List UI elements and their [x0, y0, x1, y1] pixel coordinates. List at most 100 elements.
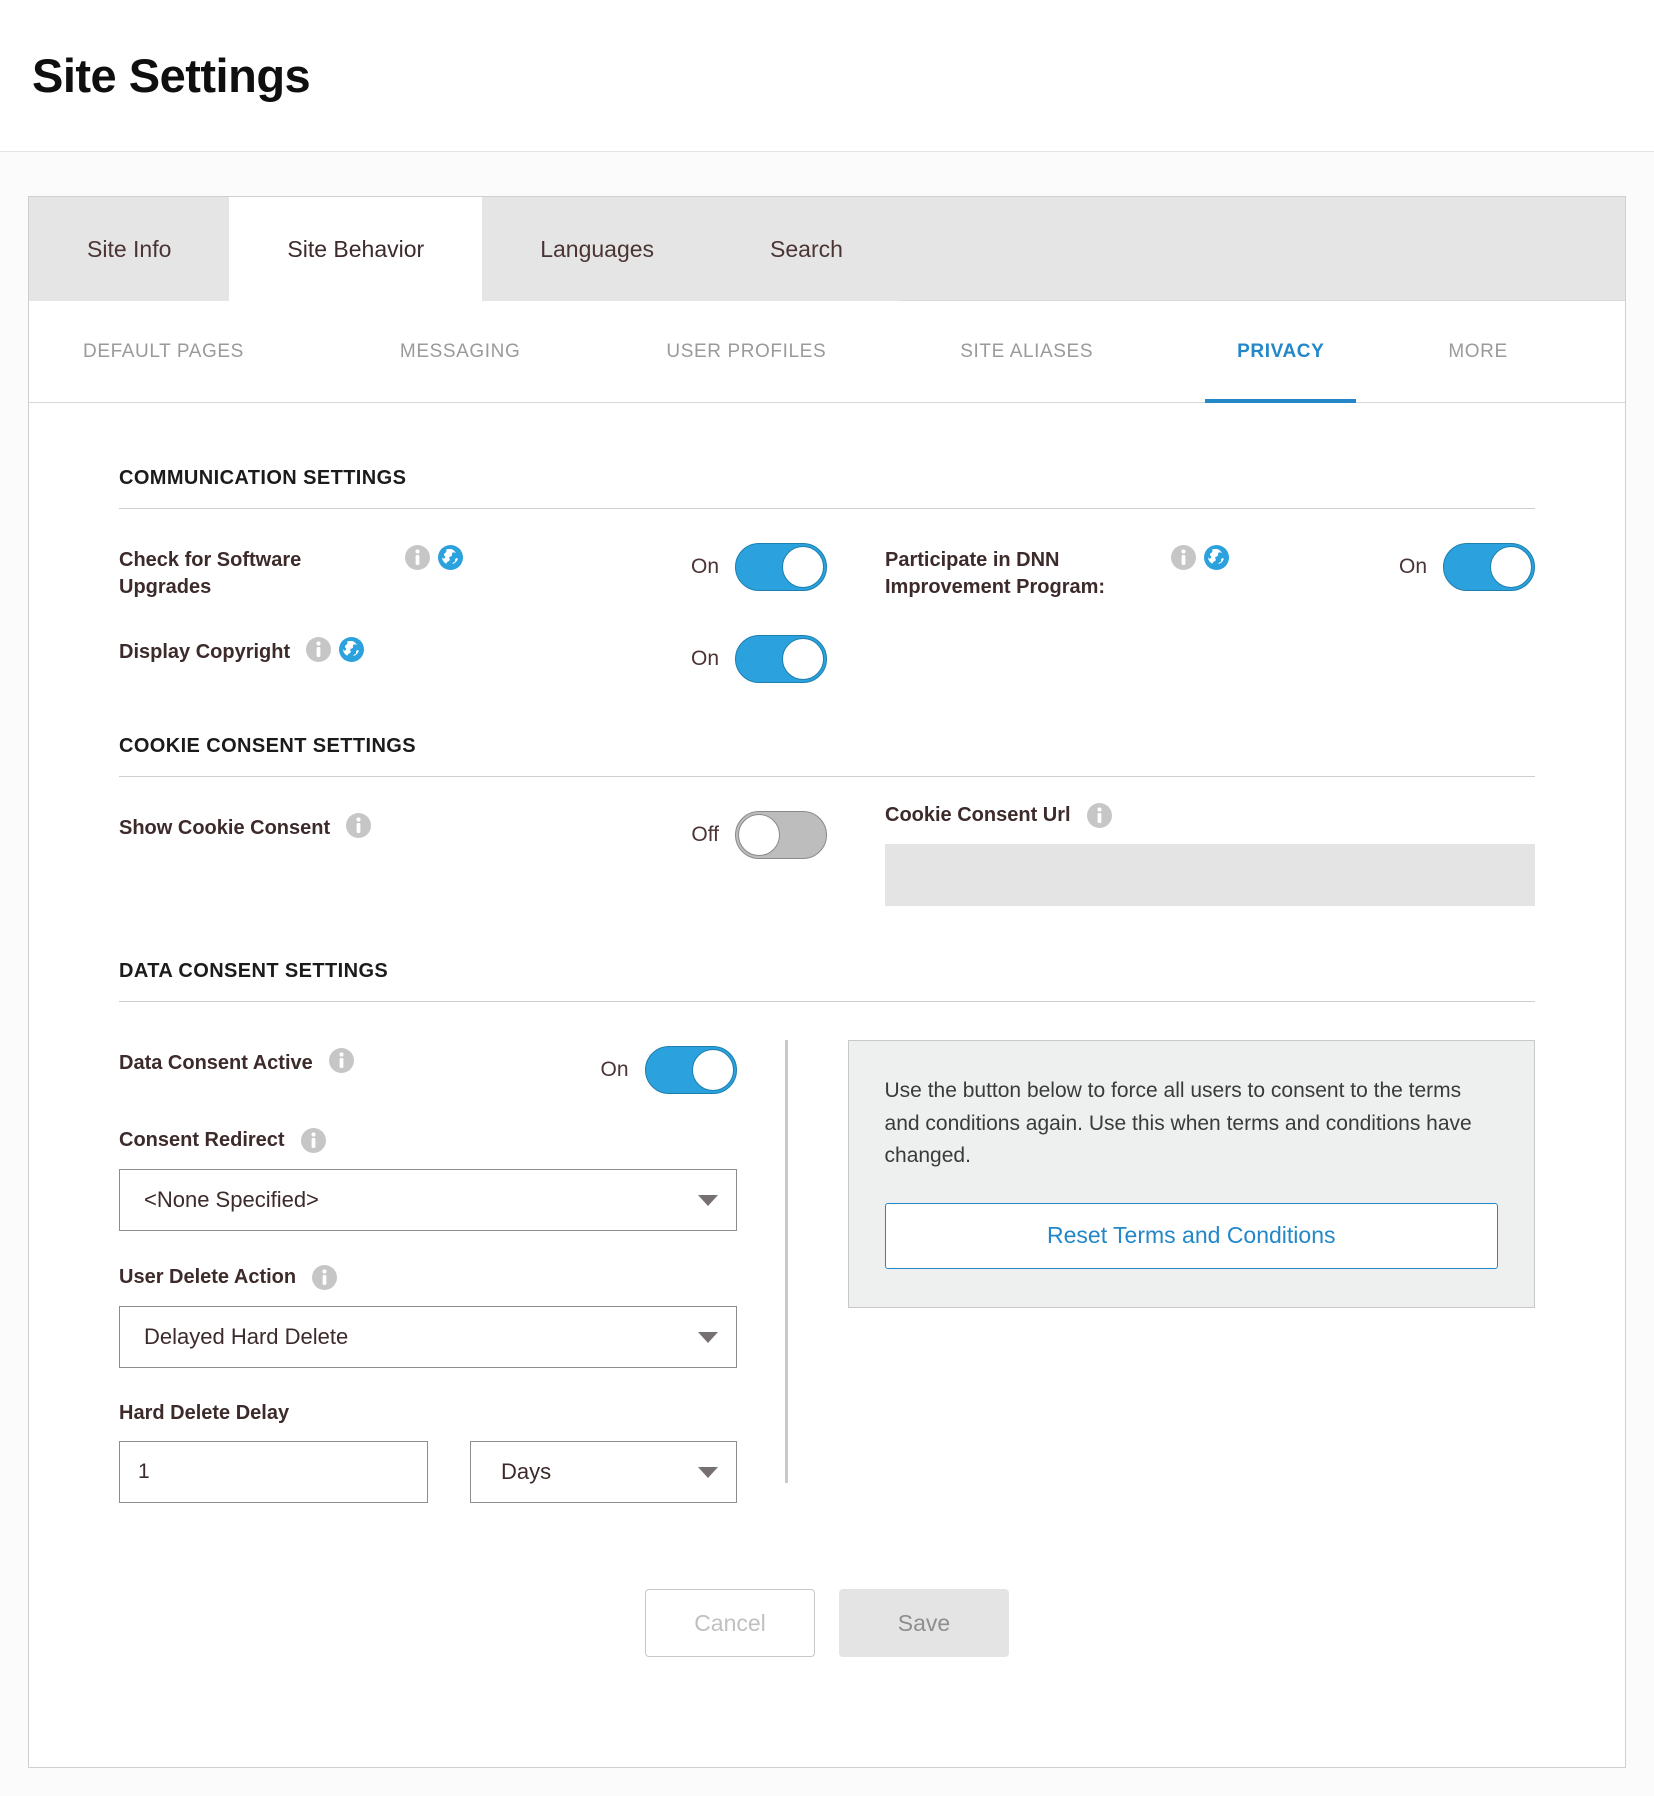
- toggle-data-consent-active-wrap: On: [601, 1046, 737, 1094]
- consent-redirect-select[interactable]: <None Specified>: [119, 1169, 737, 1231]
- info-icon[interactable]: [346, 813, 372, 838]
- toggle-state-label: On: [600, 1058, 629, 1081]
- toggle-state-label: On: [690, 647, 719, 670]
- info-icon[interactable]: [300, 1128, 326, 1153]
- data-consent-right-column: Use the button below to force all users …: [788, 1012, 1535, 1503]
- globe-icon[interactable]: [339, 637, 365, 662]
- info-icon[interactable]: [405, 545, 430, 570]
- field-check-upgrades: Check for Software Upgrades On: [119, 509, 827, 601]
- toggle-check-upgrades[interactable]: [735, 543, 827, 591]
- toggle-show-cookie-consent-wrap: Off: [691, 811, 827, 859]
- toggle-check-upgrades-wrap: On: [691, 543, 827, 591]
- toggle-state-label: On: [1398, 555, 1427, 578]
- field-dnn-program: Participate in DNN Improvement Program: …: [827, 509, 1535, 601]
- field-label-wrap: User Delete Action: [119, 1265, 737, 1290]
- tab-label: Languages: [540, 235, 655, 262]
- field-icons: [328, 1046, 354, 1073]
- subtab-spacer: [552, 301, 634, 402]
- subtab-label: PRIVACY: [1237, 340, 1325, 362]
- field-icons: [1171, 543, 1229, 570]
- toggle-knob: [782, 638, 824, 680]
- section-title-cookie-consent: COOKIE CONSENT SETTINGS: [119, 735, 417, 757]
- tab-languages[interactable]: Languages: [482, 197, 713, 301]
- toggle-state-label: On: [690, 555, 719, 578]
- subtab-label: DEFAULT PAGES: [83, 340, 244, 362]
- tab-label: Site Info: [87, 235, 172, 262]
- communication-row-1: Check for Software Upgrades On Participa…: [119, 509, 1535, 601]
- field-label-wrap: Consent Redirect: [119, 1128, 737, 1153]
- subtab-label: MESSAGING: [399, 340, 521, 362]
- field-label: Hard Delete Delay: [119, 1402, 290, 1424]
- hard-delete-delay-input[interactable]: [119, 1441, 428, 1503]
- page-body: Site Info Site Behavior Languages Search…: [0, 152, 1654, 1796]
- field-label-wrap: Hard Delete Delay: [119, 1402, 737, 1425]
- communication-row-2: Display Copyright On: [119, 601, 1535, 683]
- subtab-default-pages[interactable]: DEFAULT PAGES: [51, 301, 276, 402]
- user-delete-action-select[interactable]: Delayed Hard Delete: [119, 1306, 737, 1368]
- subtab-spacer: [1125, 301, 1205, 402]
- chevron-down-icon: [697, 1194, 718, 1206]
- subtab-privacy[interactable]: PRIVACY: [1205, 301, 1357, 403]
- reset-terms-description: Use the button below to force all users …: [884, 1079, 1472, 1168]
- section-title-data-consent: DATA CONSENT SETTINGS: [119, 960, 389, 982]
- section-title-communication: COMMUNICATION SETTINGS: [119, 467, 407, 489]
- info-icon[interactable]: [306, 637, 332, 662]
- tab-site-behavior[interactable]: Site Behavior: [229, 197, 483, 301]
- field-show-cookie-consent: Show Cookie Consent Off: [119, 777, 827, 906]
- privacy-panel: COMMUNICATION SETTINGS Check for Softwar…: [29, 403, 1625, 1767]
- reset-terms-and-conditions-button[interactable]: Reset Terms and Conditions: [884, 1202, 1498, 1269]
- data-consent-body: Data Consent Active On Consent Redirect …: [119, 1002, 1535, 1503]
- select-value: <None Specified>: [144, 1187, 319, 1212]
- hard-delete-delay-unit-select[interactable]: Days: [470, 1441, 737, 1503]
- subtab-site-aliases[interactable]: SITE ALIASES: [928, 301, 1125, 402]
- hard-delete-delay-controls: Days: [119, 1441, 737, 1503]
- chevron-down-icon: [697, 1466, 718, 1478]
- sub-tabs: DEFAULT PAGES MESSAGING USER PROFILES SI…: [29, 301, 1625, 403]
- communication-row-2-spacer: [827, 601, 1535, 683]
- tab-search[interactable]: Search: [712, 197, 901, 301]
- globe-icon[interactable]: [438, 545, 463, 570]
- primary-tabs: Site Info Site Behavior Languages Search: [29, 197, 1625, 301]
- cookie-consent-url-input: [885, 844, 1535, 906]
- subtab-label: SITE ALIASES: [960, 340, 1094, 362]
- subtab-messaging[interactable]: MESSAGING: [368, 301, 552, 402]
- globe-icon[interactable]: [1204, 545, 1229, 570]
- field-label: User Delete Action: [119, 1266, 297, 1288]
- field-user-delete-action: User Delete Action Delayed Hard Delete: [119, 1231, 737, 1368]
- subtab-spacer: [276, 301, 368, 402]
- page-title: Site Settings: [32, 49, 311, 102]
- toggle-knob: [691, 1049, 734, 1091]
- field-label-wrap: Cookie Consent Url: [885, 803, 1535, 828]
- subtab-user-profiles[interactable]: USER PROFILES: [634, 301, 858, 402]
- field-cookie-consent-url: Cookie Consent Url: [827, 777, 1535, 906]
- reset-terms-panel: Use the button below to force all users …: [847, 1040, 1535, 1308]
- field-label: Show Cookie Consent: [119, 817, 331, 839]
- toggle-data-consent-active[interactable]: [644, 1046, 737, 1094]
- subtab-spacer: [1356, 301, 1416, 402]
- toggle-knob: [1490, 546, 1532, 588]
- chevron-down-icon: [697, 1331, 718, 1343]
- field-label: Participate in DNN Improvement Program:: [885, 549, 1106, 598]
- subtab-more[interactable]: MORE: [1416, 301, 1539, 402]
- data-consent-left-column: Data Consent Active On Consent Redirect …: [119, 1012, 785, 1503]
- toggle-display-copyright-wrap: On: [691, 635, 827, 683]
- toggle-display-copyright[interactable]: [735, 635, 827, 683]
- tab-site-info[interactable]: Site Info: [29, 197, 230, 301]
- save-button[interactable]: Save: [839, 1589, 1009, 1657]
- field-label: Check for Software Upgrades: [119, 549, 302, 598]
- field-data-consent-active: Data Consent Active On: [119, 1012, 737, 1094]
- field-label: Display Copyright: [119, 641, 291, 663]
- tab-label: Site Behavior: [287, 235, 425, 262]
- toggle-show-cookie-consent[interactable]: [735, 811, 827, 859]
- info-icon[interactable]: [1171, 545, 1196, 570]
- select-value: Days: [501, 1459, 552, 1484]
- settings-card: Site Info Site Behavior Languages Search…: [28, 196, 1626, 1768]
- cancel-button[interactable]: Cancel: [645, 1589, 815, 1657]
- info-icon[interactable]: [1086, 803, 1112, 828]
- field-icons: [405, 543, 463, 570]
- tabs-filler: [900, 197, 1625, 300]
- toggle-dnn-program[interactable]: [1443, 543, 1535, 591]
- info-icon[interactable]: [312, 1265, 338, 1290]
- subtab-label: USER PROFILES: [666, 340, 827, 362]
- info-icon[interactable]: [328, 1048, 354, 1073]
